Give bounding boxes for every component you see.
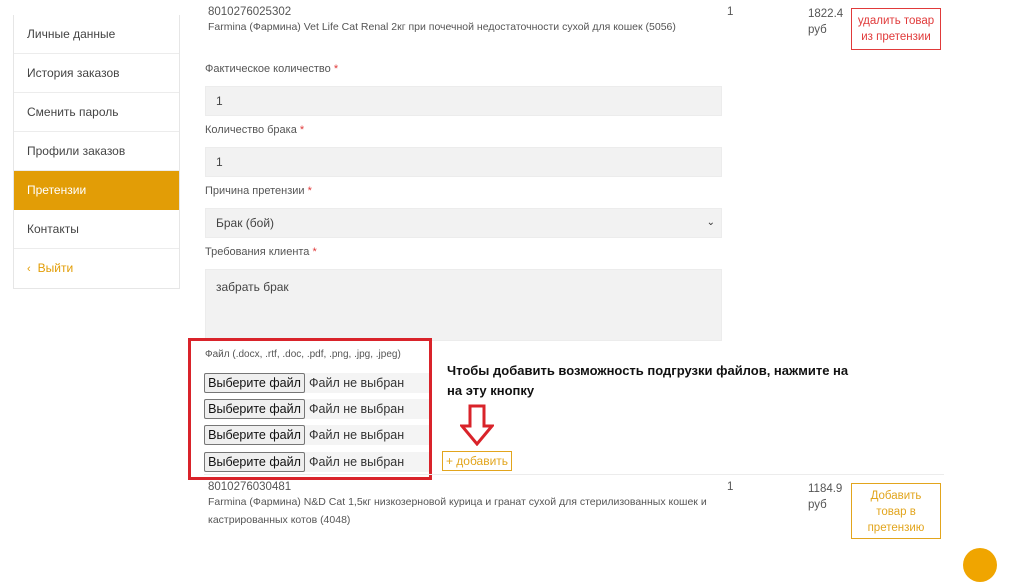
reason-select-value: Брак (бой) [216, 216, 275, 230]
required-mark: * [312, 246, 317, 258]
account-sidebar: Личные данные История заказов Сменить па… [13, 15, 180, 289]
choose-file-button[interactable]: Выберите файл [204, 425, 305, 445]
sidebar-item-order-history[interactable]: История заказов [14, 54, 179, 93]
remove-item-label-line2: из претензии [861, 31, 931, 43]
file-input[interactable]: Выберите файл Файл не выбран [204, 425, 429, 445]
defect-qty-label-text: Количество брака [205, 124, 297, 136]
choose-file-button[interactable]: Выберите файл [204, 452, 305, 472]
reason-select[interactable]: Брак (бой) ⌄ [205, 208, 722, 238]
item-price-value: 1184.9 [808, 483, 843, 495]
item-quantity: 1 [727, 6, 734, 18]
chevron-down-icon: ⌄ [706, 217, 715, 228]
sidebar-item-order-profiles[interactable]: Профили заказов [14, 132, 179, 171]
arrow-down-icon [460, 404, 494, 446]
item-quantity: 1 [727, 481, 734, 493]
requirement-label-text: Требования клиента [205, 246, 310, 258]
file-input[interactable]: Выберите файл Файл не выбран [204, 452, 429, 472]
add-item-to-claim-button[interactable]: Добавить товар в претензию [851, 483, 941, 539]
remove-item-button[interactable]: удалить товар из претензии [851, 8, 941, 50]
reason-label: Причина претензии * [205, 185, 312, 197]
file-status: Файл не выбран [309, 455, 405, 469]
sidebar-item-personal-data[interactable]: Личные данные [14, 15, 179, 54]
add-file-button[interactable]: + добавить [442, 451, 512, 471]
add-item-label-line2: товар в [876, 506, 916, 518]
file-status: Файл не выбран [309, 402, 405, 416]
add-item-label-line1: Добавить [870, 490, 922, 502]
file-input[interactable]: Выберите файл Файл не выбран [204, 373, 429, 393]
remove-item-label-line1: удалить товар [857, 15, 935, 27]
item-price-currency: руб [808, 499, 827, 511]
choose-file-button[interactable]: Выберите файл [204, 399, 305, 419]
defect-qty-input[interactable]: 1 [205, 147, 722, 177]
sidebar-item-change-password[interactable]: Сменить пароль [14, 93, 179, 132]
item-price-currency: руб [808, 24, 827, 36]
file-status: Файл не выбран [309, 376, 405, 390]
item-price: 1184.9 руб [808, 481, 842, 513]
add-item-label-line3: претензию [867, 522, 925, 534]
chevron-left-icon: ‹ [27, 263, 31, 275]
annotation-note: Чтобы добавить возможность подгрузки фай… [447, 361, 887, 401]
annotation-line1: Чтобы добавить возможность подгрузки фай… [447, 363, 849, 378]
requirement-label: Требования клиента * [205, 246, 317, 258]
file-label: Файл (.docx, .rtf, .doc, .pdf, .png, .jp… [205, 349, 401, 360]
required-mark: * [307, 185, 312, 197]
chat-widget-button[interactable] [963, 548, 997, 582]
required-mark: * [299, 124, 305, 136]
requirement-textarea[interactable]: забрать брак [205, 269, 722, 341]
annotation-line2: на эту кнопку [447, 383, 535, 398]
file-input[interactable]: Выберите файл Файл не выбран [204, 399, 429, 419]
item-price: 1822.4 руб [808, 6, 843, 38]
defect-qty-label: Количество брака * [205, 124, 304, 136]
required-mark: * [333, 63, 339, 75]
choose-file-button[interactable]: Выберите файл [204, 373, 305, 393]
item-price-value: 1822.4 [808, 8, 844, 20]
sidebar-item-logout[interactable]: ‹ Выйти [14, 249, 179, 288]
actual-qty-label-text: Фактическое количество [205, 63, 331, 75]
actual-qty-input[interactable]: 1 [205, 86, 722, 116]
file-status: Файл не выбран [309, 428, 405, 442]
reason-label-text: Причина претензии [205, 185, 305, 197]
sidebar-item-claims[interactable]: Претензии [14, 171, 179, 210]
item-divider [204, 474, 944, 475]
actual-qty-label: Фактическое количество * [205, 63, 338, 75]
logout-label: Выйти [37, 261, 74, 275]
sidebar-item-contacts[interactable]: Контакты [14, 210, 179, 249]
item-name-line2: кастрированных котов (4048) [208, 514, 351, 526]
